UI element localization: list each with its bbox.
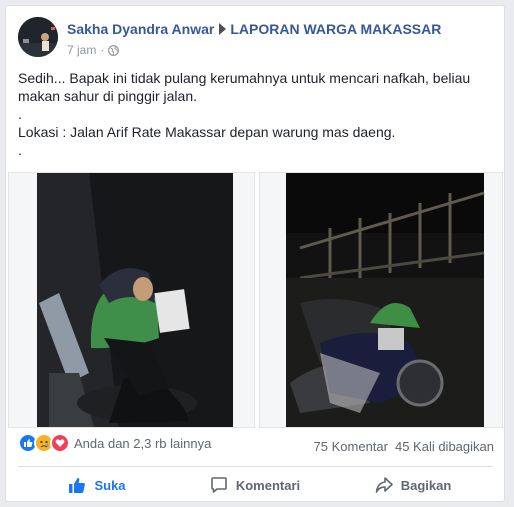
action-bar: Suka Komentari Bagikan xyxy=(18,468,492,502)
author-name[interactable]: Sakha Dyandra Anwar xyxy=(67,21,214,37)
share-label: Bagikan xyxy=(400,477,452,493)
post-text: Sedih... Bapak ini tidak pulang kerumahn… xyxy=(18,69,494,159)
post-time[interactable]: 7 jam xyxy=(67,43,96,57)
post-text-line: Sedih... Bapak ini tidak pulang kerumahn… xyxy=(18,70,475,104)
author-avatar[interactable] xyxy=(18,17,58,57)
separator-dot: · xyxy=(100,43,105,57)
post-card: Sakha Dyandra Anwar LAPORAN WARGA MAKASSA… xyxy=(5,5,505,502)
comments-count[interactable]: 75 Komentar xyxy=(314,439,388,454)
post-meta: 7 jam · xyxy=(67,43,120,57)
group-name[interactable]: LAPORAN WARGA MAKASSAR xyxy=(230,21,441,37)
photo-grid xyxy=(8,172,503,430)
photo-1[interactable] xyxy=(8,172,255,428)
share-arrow-icon xyxy=(375,477,393,493)
comment-button[interactable]: Komentari xyxy=(176,468,334,502)
comment-icon xyxy=(211,477,227,493)
divider xyxy=(18,466,492,467)
reactions-bar[interactable]: Anda dan 2,3 rb lainnya xyxy=(18,433,211,453)
post-text-line: . xyxy=(18,106,22,122)
like-label: Suka xyxy=(94,477,126,493)
share-button[interactable]: Bagikan xyxy=(334,468,492,502)
triangle-right-icon xyxy=(219,23,227,35)
engagement-counts: 75 Komentar 45 Kali dibagikan xyxy=(314,439,494,454)
post-text-line: Lokasi : Jalan Arif Rate Makassar depan … xyxy=(18,124,396,140)
like-button[interactable]: Suka xyxy=(18,468,176,502)
shares-count[interactable]: 45 Kali dibagikan xyxy=(395,439,494,454)
love-icon xyxy=(50,433,70,453)
reactions-summary[interactable]: Anda dan 2,3 rb lainnya xyxy=(74,436,211,451)
thumbs-up-icon xyxy=(69,477,86,493)
photo-2[interactable] xyxy=(259,172,503,428)
globe-icon xyxy=(108,44,120,56)
post-header: Sakha Dyandra Anwar LAPORAN WARGA MAKASSA… xyxy=(67,21,441,37)
post-text-line: . xyxy=(18,142,22,158)
comment-label: Komentari xyxy=(235,477,301,493)
